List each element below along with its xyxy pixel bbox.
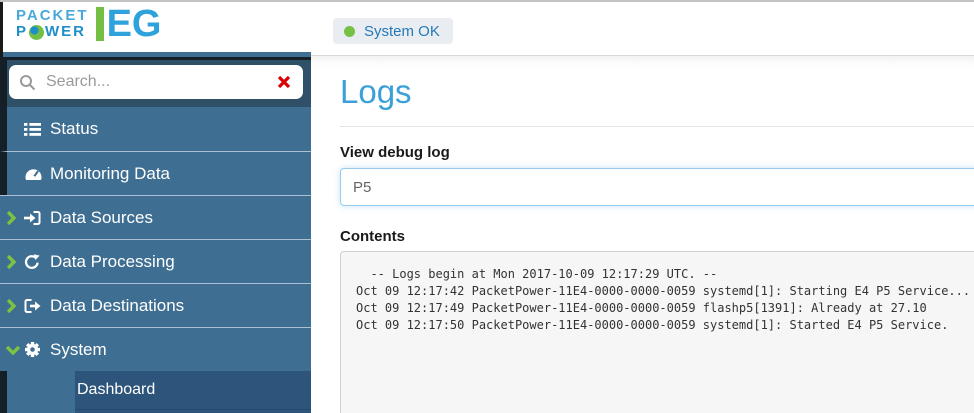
chevron-down-icon: [0, 345, 24, 355]
packet-power-eg-app: PACKET PWER EG System OK: [0, 0, 974, 413]
sidebar-item-data-destinations[interactable]: Data Destinations: [0, 283, 311, 327]
chevron-right-icon: [0, 211, 24, 225]
logo-eg-text: EG: [96, 7, 162, 41]
gear-icon: [24, 341, 50, 358]
packet-power-logo: PACKET PWER EG: [16, 7, 161, 41]
sidebar-subitem-dashboard[interactable]: Dashboard: [0, 371, 311, 410]
sidebar-search-area: [0, 57, 311, 107]
status-ok-dot-icon: [344, 26, 355, 37]
logo-globe-icon: [29, 25, 44, 40]
sidebar-item-label: Status: [50, 119, 98, 139]
sidebar: Status Monitoring Data: [0, 52, 311, 413]
debug-log-selected-value: P5: [353, 179, 371, 196]
clear-search-icon[interactable]: [277, 75, 291, 89]
log-contents-box[interactable]: -- Logs begin at Mon 2017-10-09 12:17:29…: [340, 251, 974, 413]
sidebar-item-label: Data Processing: [50, 252, 175, 272]
debug-log-select[interactable]: P5: [340, 168, 974, 206]
chevron-right-icon: [0, 299, 24, 313]
sidebar-item-status[interactable]: Status: [0, 107, 311, 151]
logo-wordmark: PACKET PWER: [16, 8, 89, 40]
refresh-icon: [24, 254, 50, 270]
sidebar-item-label: Data Sources: [50, 208, 153, 228]
logo-word-packet: PACKET: [16, 8, 89, 24]
search-box[interactable]: [9, 65, 303, 99]
status-label: System OK: [364, 23, 440, 40]
main-content: Logs View debug log P5 Contents -- Logs …: [311, 55, 974, 413]
sidebar-item-data-sources[interactable]: Data Sources: [0, 195, 311, 239]
sidebar-nav: Status Monitoring Data: [0, 107, 311, 413]
title-divider: [340, 126, 974, 127]
sidebar-item-system[interactable]: System: [0, 327, 311, 371]
chevron-right-icon: [0, 255, 24, 269]
sidebar-subitem-label: Dashboard: [77, 381, 155, 399]
search-input[interactable]: [44, 72, 277, 92]
page-title: Logs: [340, 74, 974, 110]
list-icon: [24, 122, 50, 137]
header: PACKET PWER EG System OK: [0, 2, 974, 55]
sidebar-item-label: System: [50, 340, 107, 360]
search-icon: [19, 74, 36, 91]
sidebar-item-monitoring-data[interactable]: Monitoring Data: [0, 151, 311, 195]
sign-out-icon: [24, 298, 50, 314]
sign-in-icon: [24, 210, 50, 226]
contents-label: Contents: [340, 228, 974, 245]
sidebar-item-label: Data Destinations: [50, 296, 184, 316]
logo-word-power: PWER: [16, 24, 89, 40]
view-debug-log-label: View debug log: [340, 144, 974, 161]
sidebar-item-label: Monitoring Data: [50, 164, 170, 184]
system-status-badge[interactable]: System OK: [333, 18, 453, 44]
gauge-icon: [24, 166, 50, 181]
sidebar-item-data-processing[interactable]: Data Processing: [0, 239, 311, 283]
